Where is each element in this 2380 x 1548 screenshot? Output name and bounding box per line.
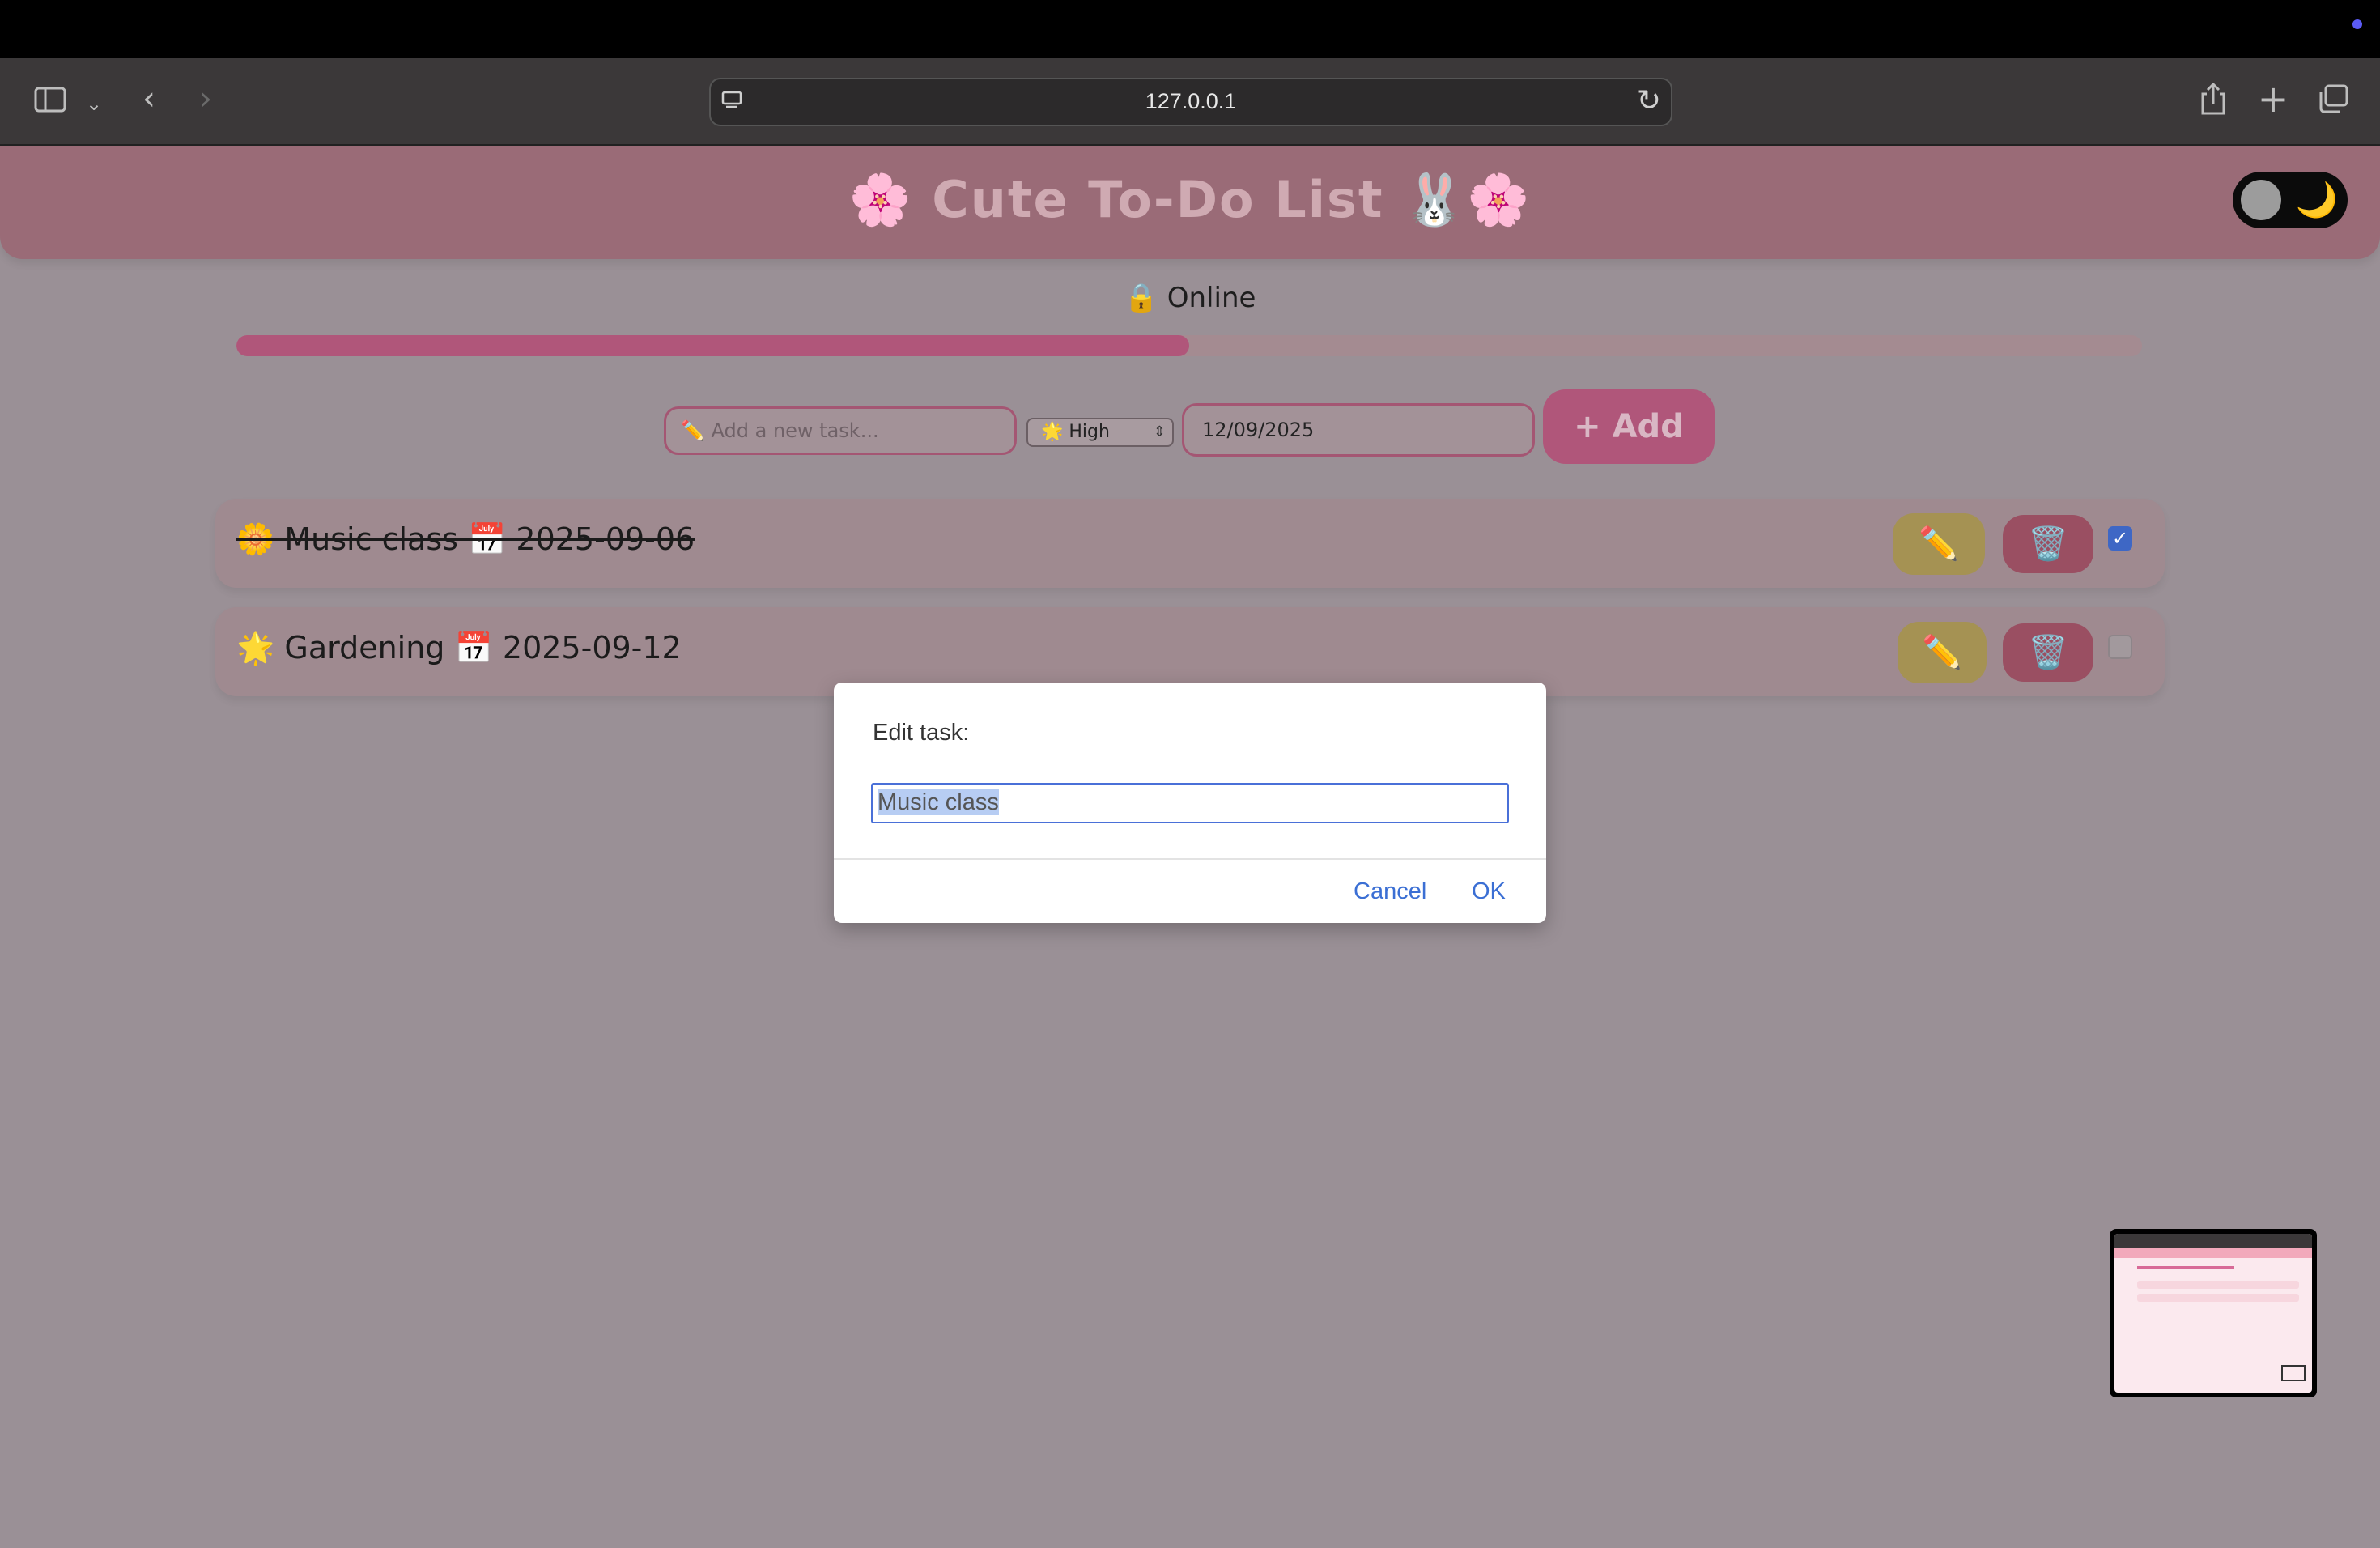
page-title: 🌸 Cute To-Do List 🐰🌸 xyxy=(848,170,1532,229)
task-done-checkbox[interactable] xyxy=(2108,635,2132,659)
ok-button[interactable]: OK xyxy=(1472,878,1506,905)
new-tab-icon[interactable]: + xyxy=(2257,80,2289,117)
cancel-button[interactable]: Cancel xyxy=(1354,878,1426,905)
task-text: 🌟 Gardening 📅 2025-09-12 xyxy=(236,630,682,666)
online-status: 🔒 Online xyxy=(1124,282,1256,314)
back-icon[interactable]: ‹ xyxy=(134,83,164,115)
status-dot-icon xyxy=(2352,19,2362,29)
progress-bar xyxy=(236,335,2142,356)
app-header: 🌸 Cute To-Do List 🐰🌸 xyxy=(0,146,2380,259)
screenshot-thumbnail[interactable] xyxy=(2110,1229,2317,1397)
menu-bar xyxy=(0,0,2380,58)
thumbnail-preview xyxy=(2114,1234,2312,1393)
edit-task-field[interactable]: Music class xyxy=(871,783,1509,823)
delete-button[interactable]: 🗑️ xyxy=(2003,623,2093,682)
dark-mode-toggle[interactable]: 🌙 xyxy=(2233,172,2348,228)
new-task-input[interactable]: ✏️ Add a new task... xyxy=(664,406,1017,455)
task-done-checkbox[interactable]: ✓ xyxy=(2108,526,2132,551)
task-row: 🌼 Music class 📅 2025-09-06 ✏️ 🗑️ ✓ xyxy=(215,499,2165,588)
toggle-knob xyxy=(2241,180,2281,220)
url-text: 127.0.0.1 xyxy=(1145,89,1237,113)
edit-button[interactable]: ✏️ xyxy=(1893,513,1985,575)
sidebar-icon[interactable] xyxy=(32,86,68,118)
edit-task-dialog: Edit task: Music class Cancel OK xyxy=(834,683,1546,923)
forward-icon[interactable]: › xyxy=(191,83,220,115)
window-icon xyxy=(2281,1365,2306,1381)
edit-task-field-value: Music class xyxy=(878,789,999,815)
trash-icon: 🗑️ xyxy=(2028,634,2068,671)
dialog-prompt: Edit task: xyxy=(873,720,970,746)
share-icon[interactable] xyxy=(2197,82,2229,121)
tab-overview-icon[interactable] xyxy=(2317,84,2349,119)
pencil-icon: ✏️ xyxy=(1919,525,1959,563)
trash-icon: 🗑️ xyxy=(2028,525,2068,563)
pencil-icon: ✏️ xyxy=(1922,634,1962,671)
browser-toolbar: ⌄ ‹ › 127.0.0.1 ↻ + xyxy=(0,58,2380,146)
task-text: 🌼 Music class 📅 2025-09-06 xyxy=(236,521,695,557)
add-task-button[interactable]: + Add xyxy=(1543,389,1715,464)
edit-button[interactable]: ✏️ xyxy=(1898,622,1987,683)
delete-button[interactable]: 🗑️ xyxy=(2003,515,2093,573)
address-bar[interactable]: 127.0.0.1 ↻ xyxy=(709,78,1672,126)
priority-value: 🌟 High xyxy=(1041,422,1110,442)
reload-icon[interactable]: ↻ xyxy=(1637,84,1661,117)
dialog-divider xyxy=(834,858,1546,860)
select-arrows-icon: ⇕ xyxy=(1153,423,1166,440)
chevron-down-icon[interactable]: ⌄ xyxy=(84,87,104,120)
due-date-input[interactable]: 12/09/2025 xyxy=(1182,403,1535,457)
moon-icon: 🌙 xyxy=(2295,180,2338,219)
priority-select[interactable]: 🌟 High ⇕ xyxy=(1026,418,1174,447)
progress-fill xyxy=(236,335,1189,356)
